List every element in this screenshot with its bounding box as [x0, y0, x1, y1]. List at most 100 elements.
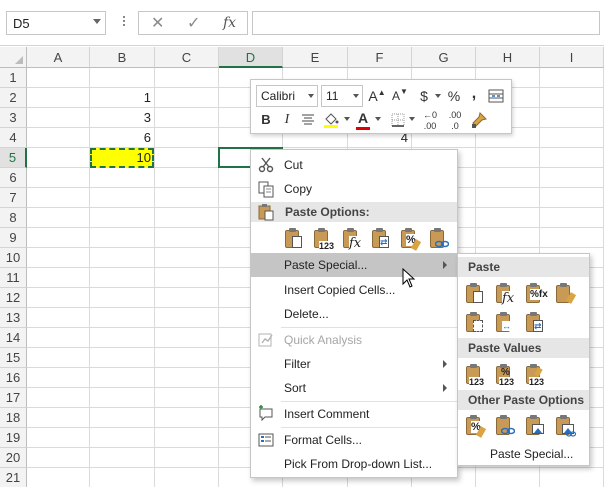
column-header-d[interactable]: D [219, 47, 283, 68]
menu-item-sort[interactable]: Sort [251, 376, 457, 400]
cell-b3[interactable]: 3 [90, 108, 154, 128]
insert-function-icon[interactable]: fx [223, 15, 236, 31]
paste-link-icon[interactable] [428, 226, 452, 252]
row-header-2[interactable]: 2 [0, 88, 27, 108]
select-all-corner[interactable] [0, 47, 27, 68]
row-header-13[interactable]: 13 [0, 308, 27, 328]
row-header-7[interactable]: 7 [0, 188, 27, 208]
menu-item-copy[interactable]: Copy [251, 177, 457, 201]
paste-formatting-icon[interactable]: % [399, 226, 423, 252]
name-box[interactable]: D5 [6, 11, 106, 35]
row-header-5[interactable]: 5 [0, 148, 27, 168]
other-paste-options-label: Other Paste Options [468, 393, 585, 407]
paste-keep-source-format-icon[interactable] [554, 281, 578, 307]
row-header-3[interactable]: 3 [0, 108, 27, 128]
row-header-15[interactable]: 15 [0, 348, 27, 368]
paste-values-icon[interactable]: 123 [312, 226, 336, 252]
decrease-decimal-icon: .0 [451, 121, 459, 131]
paste-keep-column-widths-icon[interactable]: ↔ [494, 310, 518, 336]
comma-style-button[interactable]: , [466, 83, 482, 105]
paste-values-icon[interactable]: 123 [464, 362, 488, 388]
chevron-down-icon[interactable] [409, 117, 415, 121]
row-header-14[interactable]: 14 [0, 328, 27, 348]
row-header-16[interactable]: 16 [0, 368, 27, 388]
font-size-combo[interactable]: 11 [321, 85, 363, 107]
column-header-e[interactable]: E [283, 47, 348, 68]
enter-icon[interactable]: ✓ [187, 13, 200, 33]
paste-icon[interactable] [283, 226, 307, 252]
increase-font-button[interactable]: A▲ [367, 85, 387, 107]
formula-input[interactable] [252, 11, 600, 35]
column-header-b[interactable]: B [90, 47, 155, 68]
chevron-down-icon[interactable] [93, 19, 101, 24]
column-header-f[interactable]: F [348, 47, 412, 68]
row-header-6[interactable]: 6 [0, 168, 27, 188]
menu-item-format-cells[interactable]: Format Cells... [251, 428, 457, 452]
column-header-i[interactable]: I [540, 47, 604, 68]
column-header-a[interactable]: A [27, 47, 90, 68]
paste-values-number-format-icon[interactable]: % 123 [494, 362, 518, 388]
paste-transpose-icon[interactable]: ⇄ [524, 310, 548, 336]
align-center-button[interactable] [299, 109, 317, 131]
paste-icon[interactable] [464, 281, 488, 307]
paste-formulas-number-format-icon[interactable]: %fx [524, 281, 548, 307]
row-header-12[interactable]: 12 [0, 288, 27, 308]
menu-item-cut[interactable]: Cut [251, 153, 457, 177]
paste-values-source-format-icon[interactable]: 123 [524, 362, 548, 388]
borders-button[interactable] [389, 109, 407, 131]
menu-item-insert-comment[interactable]: Insert Comment [251, 402, 457, 426]
decrease-font-button[interactable]: A▼ [390, 85, 410, 107]
row-header-11[interactable]: 11 [0, 268, 27, 288]
row-header-18[interactable]: 18 [0, 408, 27, 428]
menu-item-filter[interactable]: Filter [251, 352, 457, 376]
menu-item-pick-from-list[interactable]: Pick From Drop-down List... [251, 452, 457, 476]
cell-b2[interactable]: 1 [90, 88, 154, 108]
paste-link-icon[interactable] [494, 413, 518, 439]
italic-button[interactable]: I [278, 109, 296, 131]
cancel-icon[interactable]: ✕ [151, 13, 164, 33]
chevron-down-icon[interactable] [375, 117, 381, 121]
resize-grip-icon[interactable] [122, 14, 126, 32]
chevron-down-icon[interactable] [344, 117, 350, 121]
column-header-h[interactable]: H [476, 47, 540, 68]
decrease-decimal-button[interactable]: .00.0 [444, 109, 466, 131]
paste-picture-icon[interactable] [524, 413, 548, 439]
row-header-21[interactable]: 21 [0, 468, 27, 487]
row-header-8[interactable]: 8 [0, 208, 27, 228]
font-name-combo[interactable]: Calibri [256, 85, 318, 107]
bold-button[interactable]: B [257, 109, 275, 131]
row-header-10[interactable]: 10 [0, 248, 27, 268]
paste-special-dialog-item[interactable]: Paste Special... [458, 443, 589, 465]
paste-formulas-icon[interactable]: fx [494, 281, 518, 307]
formula-bar-area: D5 ✕ ✓ fx [0, 0, 604, 46]
chevron-down-icon[interactable] [308, 94, 314, 98]
chevron-down-icon[interactable] [353, 94, 359, 98]
paste-transpose-icon[interactable]: ⇄ [370, 226, 394, 252]
row-header-20[interactable]: 20 [0, 448, 27, 468]
paste-linked-picture-icon[interactable] [554, 413, 578, 439]
menu-item-quick-analysis[interactable]: Quick Analysis [251, 328, 457, 352]
paste-formatting-icon[interactable]: % [464, 413, 488, 439]
row-header-19[interactable]: 19 [0, 428, 27, 448]
menu-item-insert-copied-cells[interactable]: Insert Copied Cells... [251, 278, 457, 302]
row-header-1[interactable]: 1 [0, 68, 27, 88]
chevron-down-icon[interactable] [435, 94, 441, 98]
row-header-4[interactable]: 4 [0, 128, 27, 148]
menu-item-delete[interactable]: Delete... [251, 302, 457, 326]
column-header-g[interactable]: G [412, 47, 476, 68]
paste-formulas-icon[interactable]: fx [341, 226, 365, 252]
format-painter-button[interactable] [469, 109, 489, 131]
currency-button[interactable]: $ [413, 85, 435, 107]
row-header-17[interactable]: 17 [0, 388, 27, 408]
cell-b5[interactable]: 10 [90, 148, 154, 168]
menu-item-paste-special[interactable]: Paste Special... [251, 253, 457, 277]
merge-center-button[interactable] [486, 85, 506, 107]
fill-color-button[interactable] [321, 109, 341, 131]
increase-decimal-button[interactable]: ←0.00 [419, 109, 441, 131]
column-header-c[interactable]: C [155, 47, 219, 68]
percent-button[interactable]: % [444, 85, 464, 107]
row-header-9[interactable]: 9 [0, 228, 27, 248]
paste-no-borders-icon[interactable] [464, 310, 488, 336]
cell-b4[interactable]: 6 [90, 128, 154, 148]
font-color-button[interactable]: A [354, 107, 372, 130]
